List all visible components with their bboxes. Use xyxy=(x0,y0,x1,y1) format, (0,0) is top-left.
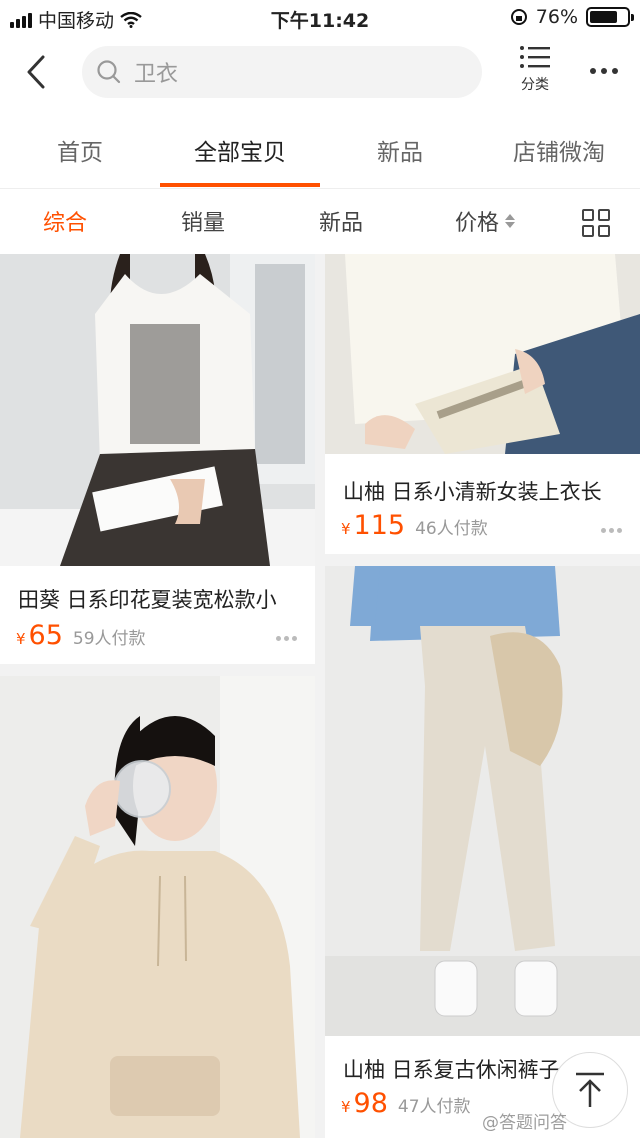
product-image xyxy=(325,566,640,1036)
search-icon xyxy=(97,60,121,84)
status-right: 76% xyxy=(510,6,634,28)
price-row: ¥ 98 47人付款 xyxy=(341,1088,471,1119)
currency-symbol: ¥ xyxy=(16,630,26,648)
product-card[interactable]: 田葵 日系印花夏装宽松款小 ¥ 65 59人付款 xyxy=(0,254,315,664)
currency-symbol: ¥ xyxy=(341,520,351,538)
search-placeholder: 卫衣 xyxy=(134,62,179,87)
grid-view-icon[interactable] xyxy=(582,209,610,237)
category-label: 分类 xyxy=(521,77,549,93)
tab-home[interactable]: 首页 xyxy=(0,112,160,188)
product-image xyxy=(325,254,640,454)
tab-new-items[interactable]: 新品 xyxy=(320,112,480,188)
watermark: @答题问答 xyxy=(482,1113,567,1133)
status-bar: 中国移动 下午11:42 76% xyxy=(0,0,640,36)
price-row: ¥ 115 46人付款 xyxy=(341,510,488,541)
product-card[interactable]: 山柚 日系小清新女装上衣长 ¥ 115 46人付款 xyxy=(325,254,640,554)
price-row: ¥ 65 59人付款 xyxy=(16,620,146,651)
category-icon xyxy=(520,46,550,68)
sort-new[interactable]: 新品 xyxy=(276,189,406,253)
tab-shop-weitao[interactable]: 店铺微淘 xyxy=(478,112,640,188)
card-more-icon[interactable] xyxy=(601,528,622,533)
sales-count: 47人付款 xyxy=(397,1097,471,1117)
search-header: 卫衣 分类 xyxy=(0,36,640,112)
product-title: 山柚 日系小清新女装上衣长 xyxy=(343,480,602,504)
more-icon xyxy=(590,68,596,74)
back-to-top-icon xyxy=(576,1072,604,1107)
sort-arrows-icon xyxy=(505,214,515,228)
more-button[interactable] xyxy=(584,56,624,86)
category-button[interactable]: 分类 xyxy=(510,44,560,104)
rotation-lock-icon xyxy=(510,9,527,25)
sort-price-label: 价格 xyxy=(454,211,499,236)
product-title: 田葵 日系印花夏装宽松款小 xyxy=(18,588,277,612)
product-price: 115 xyxy=(353,510,406,541)
product-image xyxy=(0,676,315,1138)
back-icon xyxy=(27,55,45,89)
back-button[interactable] xyxy=(18,52,54,92)
sort-comprehensive[interactable]: 综合 xyxy=(0,189,130,253)
currency-symbol: ¥ xyxy=(341,1098,351,1116)
shop-tabs: 首页 全部宝贝 新品 店铺微淘 xyxy=(0,112,640,188)
product-card[interactable] xyxy=(0,676,315,1138)
product-price: 98 xyxy=(353,1088,388,1119)
sales-count: 59人付款 xyxy=(72,629,146,649)
product-title: 山柚 日系复古休闲裤子 xyxy=(343,1058,560,1082)
sort-bar: 综合 销量 新品 价格 xyxy=(0,188,640,254)
sort-price[interactable]: 价格 xyxy=(420,189,550,253)
active-tab-indicator xyxy=(160,183,320,187)
sales-count: 46人付款 xyxy=(415,519,488,539)
battery-percent: 76% xyxy=(535,6,578,28)
product-price: 65 xyxy=(28,620,63,651)
battery-icon xyxy=(586,7,634,27)
sort-sales[interactable]: 销量 xyxy=(138,189,268,253)
product-image xyxy=(0,254,315,566)
search-input[interactable]: 卫衣 xyxy=(82,46,482,98)
card-more-icon[interactable] xyxy=(276,636,297,641)
tab-all-items[interactable]: 全部宝贝 xyxy=(160,112,320,188)
